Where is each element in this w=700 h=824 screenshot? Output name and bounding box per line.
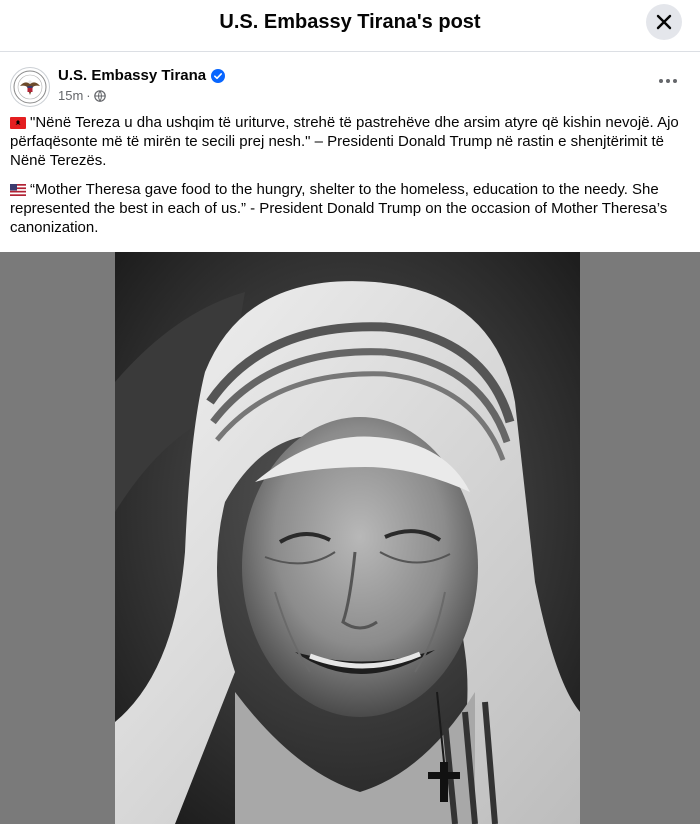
dialog-title: U.S. Embassy Tirana's post	[219, 11, 481, 33]
close-button[interactable]	[646, 4, 682, 40]
more-options-icon	[673, 79, 677, 83]
us-flag-icon	[10, 184, 26, 196]
avatar[interactable]	[10, 67, 50, 107]
portrait-photo	[115, 252, 580, 824]
meta-separator: ·	[86, 88, 91, 103]
english-text: “Mother Theresa gave food to the hungry,…	[10, 181, 668, 236]
post-header: U.S. Embassy Tirana 15m ·	[0, 53, 700, 113]
author-name[interactable]: U.S. Embassy Tirana	[58, 67, 206, 84]
english-paragraph: “Mother Theresa gave food to the hungry,…	[10, 180, 690, 237]
post-body: "Nënë Tereza u dha ushqim të uriturve, s…	[10, 113, 690, 247]
verified-badge-icon	[211, 68, 226, 83]
more-options-button[interactable]	[652, 69, 684, 93]
post-timestamp[interactable]: 15m	[58, 88, 83, 103]
albanian-text: "Nënë Tereza u dha ushqim të uriturve, s…	[10, 114, 679, 169]
post-photo[interactable]	[115, 252, 580, 824]
more-options-icon	[666, 79, 670, 83]
close-icon	[656, 14, 672, 30]
albanian-paragraph: "Nënë Tereza u dha ushqim të uriturve, s…	[10, 113, 690, 170]
more-options-icon	[659, 79, 663, 83]
post-dialog-header: U.S. Embassy Tirana's post	[0, 0, 700, 52]
post-author[interactable]: U.S. Embassy Tirana	[58, 67, 226, 84]
post-photo-container	[0, 252, 700, 824]
globe-icon[interactable]	[93, 89, 106, 102]
post-meta: 15m ·	[58, 88, 106, 103]
albania-flag-icon	[10, 117, 26, 129]
embassy-seal-icon	[13, 70, 47, 104]
